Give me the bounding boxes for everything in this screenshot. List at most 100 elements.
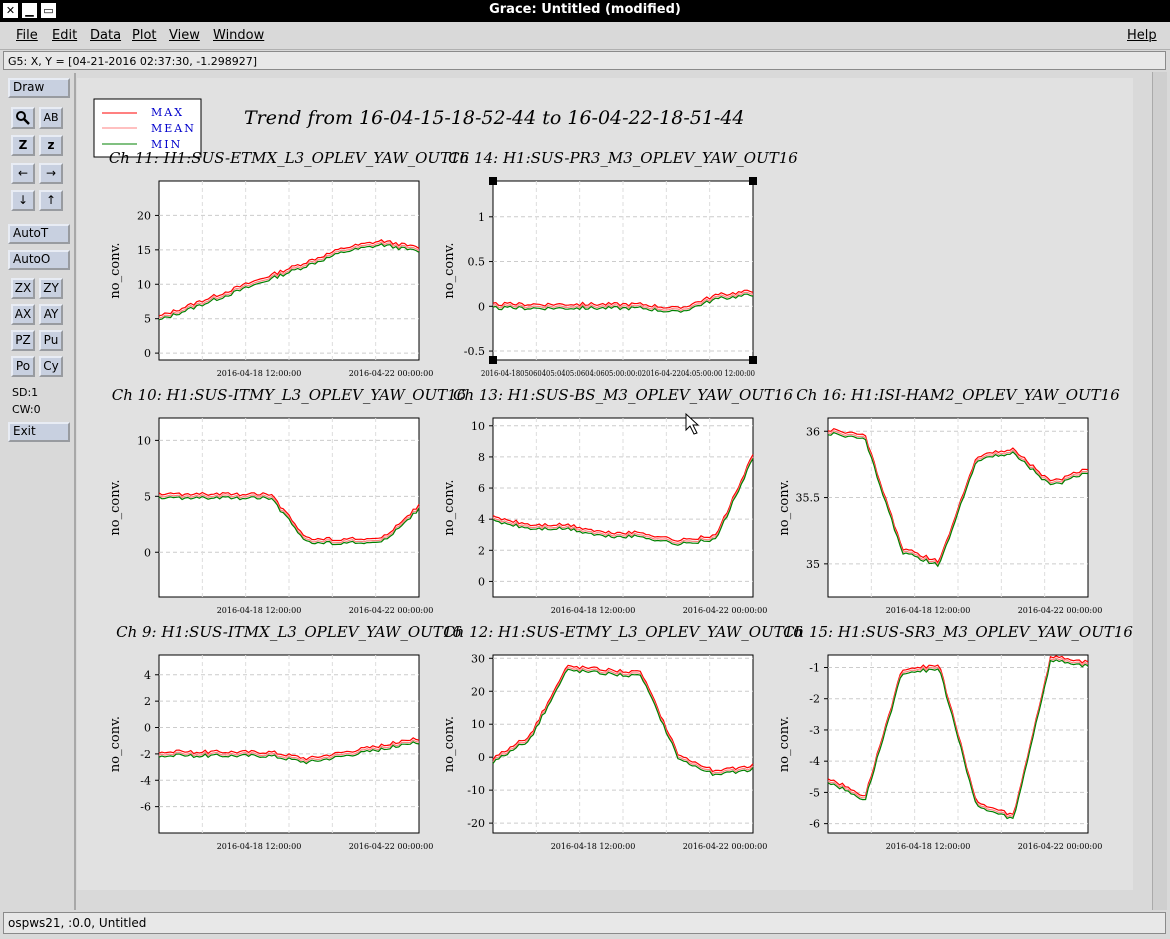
vertical-scrollbar[interactable]	[1152, 72, 1167, 910]
y-tick-label: 0.5	[468, 256, 486, 269]
panel-title: Ch 9: H1:SUS-ITMX_L3_OPLEV_YAW_OUT16	[116, 623, 462, 641]
panel-title: Ch 10: H1:SUS-ITMY_L3_OPLEV_YAW_OUT16	[112, 386, 467, 404]
cw-label: CW:0	[12, 403, 41, 416]
y-tick-label: 10	[471, 718, 485, 731]
locator-readout: G5: X, Y = [04-21-2016 02:37:30, -1.2989…	[3, 51, 1166, 70]
zoom-out-big-button[interactable]: Z	[11, 135, 35, 156]
panel-title: Ch 15: H1:SUS-SR3_M3_OPLEV_YAW_OUT16	[783, 623, 1133, 641]
panel-frame	[492, 654, 754, 834]
panel-title: Ch 12: H1:SUS-ETMY_L3_OPLEV_YAW_OUT16	[443, 623, 803, 641]
x-tick-label: 2016-04-18 12:00:00	[886, 606, 971, 615]
x-tick-label: 2016-04-18 12:00:00	[886, 842, 971, 851]
y-tick-label: -2	[140, 748, 151, 761]
y-tick-label: 4	[478, 513, 485, 526]
ax-button[interactable]: AX	[11, 304, 35, 325]
menu-help[interactable]: Help	[1127, 28, 1157, 43]
scroll-right-icon[interactable]: →	[39, 163, 63, 184]
po-button[interactable]: Po	[11, 356, 35, 377]
y-tick-label: 0	[144, 347, 151, 360]
y-tick-label: -10	[467, 784, 485, 797]
x-tick-label: 2016-04-22 00:00:00	[349, 606, 434, 615]
selection-handle[interactable]	[489, 356, 497, 364]
panel-frame	[492, 180, 754, 361]
y-tick-label: 0	[144, 546, 151, 559]
menu-window[interactable]: Window	[213, 28, 264, 43]
y-axis-label: no_conv.	[777, 479, 792, 535]
y-tick-label: -6	[809, 818, 820, 831]
zoom-in-small-button[interactable]: z	[39, 135, 63, 156]
chart-panel[interactable]: Ch 12: H1:SUS-ETMY_L3_OPLEV_YAW_OUT16 -20…	[442, 623, 803, 851]
y-tick-label: 10	[137, 278, 151, 291]
plot-canvas[interactable]: MAX MEAN MIN Trend from 16-04-15-18-52-4…	[77, 78, 1133, 890]
x-tick-label: 2016-04-22 00:00:00	[683, 842, 768, 851]
window-title: Grace: Untitled (modified)	[489, 2, 681, 17]
scroll-up-icon[interactable]: ↑	[39, 190, 63, 211]
pz-button[interactable]: PZ	[11, 330, 35, 351]
sd-label: SD:1	[12, 386, 39, 399]
panel-title: Ch 14: H1:SUS-PR3_M3_OPLEV_YAW_OUT16	[448, 149, 798, 167]
plots-svg[interactable]: MAX MEAN MIN Trend from 16-04-15-18-52-4…	[77, 78, 1133, 890]
text-tool-icon[interactable]: AB	[39, 107, 63, 129]
y-tick-label: -20	[467, 817, 485, 830]
chart-panel[interactable]: Ch 13: H1:SUS-BS_M3_OPLEV_YAW_OUT16 0 2 4 6 8…	[442, 386, 793, 615]
y-tick-label: 8	[478, 451, 485, 464]
y-tick-label: 35.5	[796, 492, 821, 505]
selection-handle[interactable]	[489, 177, 497, 185]
y-tick-label: 5	[144, 490, 151, 503]
y-tick-label: 4	[144, 669, 151, 682]
pu-button[interactable]: Pu	[39, 330, 63, 351]
zy-button[interactable]: ZY	[39, 278, 63, 299]
x-tick-label: 2016-04-18 12:00:00	[217, 842, 302, 851]
y-axis-label: no_conv.	[108, 242, 123, 298]
panel-title: Ch 16: H1:ISI-HAM2_OPLEV_YAW_OUT16	[796, 386, 1120, 404]
chart-panel[interactable]: Ch 15: H1:SUS-SR3_M3_OPLEV_YAW_OUT16 -6 -5…	[777, 623, 1133, 851]
y-axis-label: no_conv.	[777, 716, 792, 772]
y-tick-label: -5	[809, 786, 820, 799]
menu-data[interactable]: Data	[90, 28, 121, 43]
autot-button[interactable]: AutoT	[8, 224, 70, 244]
y-axis-label: no_conv.	[442, 242, 457, 298]
draw-button[interactable]: Draw	[8, 78, 70, 98]
x-tick-label: 2016-04-18 12:00:00	[217, 369, 302, 378]
panel-frame	[827, 654, 1089, 834]
y-tick-label: -4	[140, 774, 151, 787]
y-tick-label: 20	[471, 685, 485, 698]
y-tick-label: 20	[137, 209, 151, 222]
x-tick-label: 2016-04-22 00:00:00	[349, 842, 434, 851]
x-tick-label: 2016-04-1805060405:0405:0604:0605:00:00:…	[481, 369, 755, 378]
scroll-down-icon[interactable]: ↓	[11, 190, 35, 211]
y-axis-label: no_conv.	[442, 716, 457, 772]
autoo-button[interactable]: AutoO	[8, 250, 70, 270]
chart-panel[interactable]: Ch 16: H1:ISI-HAM2_OPLEV_YAW_OUT16 35 35.5…	[777, 386, 1120, 615]
ay-button[interactable]: AY	[39, 304, 63, 325]
exit-button[interactable]: Exit	[8, 422, 70, 442]
menu-plot[interactable]: Plot	[132, 28, 157, 43]
y-tick-label: 30	[471, 652, 485, 665]
menu-file[interactable]: File	[16, 28, 38, 43]
x-tick-label: 2016-04-22 00:00:00	[349, 369, 434, 378]
zx-button[interactable]: ZX	[11, 278, 35, 299]
selection-handle[interactable]	[749, 356, 757, 364]
x-tick-label: 2016-04-22 00:00:00	[1018, 842, 1103, 851]
chart-panel[interactable]: Ch 9: H1:SUS-ITMX_L3_OPLEV_YAW_OUT16 -6 -4…	[108, 623, 462, 851]
zoom-icon[interactable]	[11, 107, 35, 129]
menu-edit[interactable]: Edit	[52, 28, 77, 43]
chart-panel[interactable]: Ch 10: H1:SUS-ITMY_L3_OPLEV_YAW_OUT16 0 5 1…	[108, 386, 467, 615]
selection-handle[interactable]	[749, 177, 757, 185]
legend-label-mean: MEAN	[151, 122, 196, 135]
y-tick-label: -4	[809, 755, 820, 768]
panel-title: Ch 11: H1:SUS-ETMX_L3_OPLEV_YAW_OUT16	[109, 149, 470, 167]
chart-panel[interactable]: Ch 11: H1:SUS-ETMX_L3_OPLEV_YAW_OUT16 0 5 1…	[108, 149, 470, 378]
scroll-left-icon[interactable]: ←	[11, 163, 35, 184]
menu-view[interactable]: View	[169, 28, 200, 43]
y-tick-label: -2	[809, 693, 820, 706]
y-tick-label: 2	[478, 544, 485, 557]
panel-title: Ch 13: H1:SUS-BS_M3_OPLEV_YAW_OUT16	[453, 386, 794, 404]
cy-button[interactable]: Cy	[39, 356, 63, 377]
y-tick-label: 10	[471, 420, 485, 433]
y-tick-label: 0	[478, 751, 485, 764]
legend-label-max: MAX	[151, 106, 184, 119]
y-tick-label: 0	[478, 300, 485, 313]
menu-bar: File Edit Data Plot View Window Help	[0, 22, 1170, 50]
y-axis-label: no_conv.	[442, 479, 457, 535]
